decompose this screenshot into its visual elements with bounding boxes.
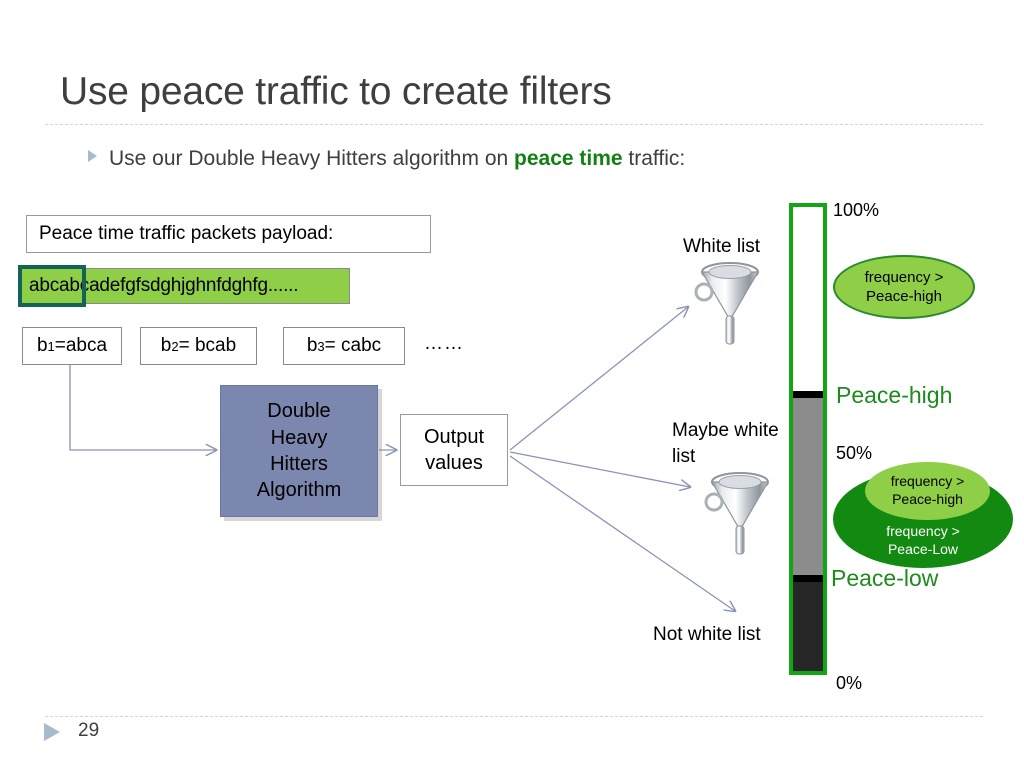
algorithm-line-1: Double <box>267 400 331 423</box>
block-b1-value: =abca <box>54 335 108 356</box>
callout-high-line-1: frequency > <box>864 268 944 286</box>
callout-high-line-2: Peace-high <box>866 288 942 305</box>
gauge-tick-50: 50% <box>836 443 873 463</box>
block-b2: b2 = bcab <box>140 327 257 365</box>
funnel-icon <box>694 262 760 345</box>
gauge-tick-0: 0% <box>836 673 863 693</box>
maybe-white-list-label: Maybe white list <box>672 420 779 467</box>
white-list-label: White list <box>683 236 761 257</box>
gauge-segment-mid <box>793 397 823 581</box>
footer-triangle-icon <box>44 723 60 741</box>
footer-divider <box>45 716 983 717</box>
callout-low-inner-line-1: frequency > <box>890 473 965 490</box>
frequency-gauge <box>789 203 827 675</box>
gauge-tick-100: 100% <box>833 200 880 220</box>
block-b1-prefix: b <box>36 335 48 356</box>
block-b1-subscript: 1 <box>47 338 55 354</box>
block-b3-subscript: 3 <box>317 338 325 354</box>
peace-low-label: Peace-low <box>831 565 939 591</box>
block-b3-prefix: b <box>306 335 318 356</box>
block-b3: b3 = cabc <box>283 327 405 365</box>
not-white-list-label: Not white list <box>653 624 761 645</box>
block-b2-subscript: 2 <box>171 338 179 354</box>
callout-peace-low-inner: frequency > Peace-high <box>865 462 990 520</box>
payload-window-highlight <box>18 265 86 307</box>
callout-peace-high: frequency > Peace-high <box>833 255 975 319</box>
algorithm-line-2: Heavy <box>270 426 328 449</box>
algorithm-line-4: Algorithm <box>256 479 342 502</box>
callout-low-outer-line-2: Peace-Low <box>887 541 959 558</box>
gauge-segment-bottom <box>793 581 823 671</box>
block-b2-value: = bcab <box>178 335 237 356</box>
peace-high-label: Peace-high <box>836 382 953 408</box>
page-number: 29 <box>78 720 100 741</box>
blocks-ellipsis: …… <box>424 333 464 354</box>
slide-canvas: Use peace traffic to create filters Use … <box>0 0 1024 768</box>
output-line-2: values <box>425 452 483 474</box>
funnel-icon <box>704 472 770 555</box>
block-b1: b 1 =abca <box>22 327 122 365</box>
callout-low-inner-line-2: Peace-high <box>892 491 963 507</box>
callout-low-outer-text: frequency > Peace-Low <box>833 522 1013 558</box>
output-values-box: Output values <box>400 414 508 486</box>
output-line-1: Output <box>423 426 485 448</box>
gauge-threshold-low-line <box>793 575 823 582</box>
gauge-threshold-high-line <box>793 391 823 398</box>
callout-low-outer-line-1: frequency > <box>886 523 960 539</box>
block-b2-prefix: b <box>160 335 172 356</box>
algorithm-line-3: Hitters <box>270 453 328 475</box>
payload-caption-box: Peace time traffic packets payload: <box>26 215 431 253</box>
block-b3-value: = cabc <box>324 335 382 356</box>
algorithm-box: Double Heavy Hitters Algorithm <box>220 385 378 517</box>
